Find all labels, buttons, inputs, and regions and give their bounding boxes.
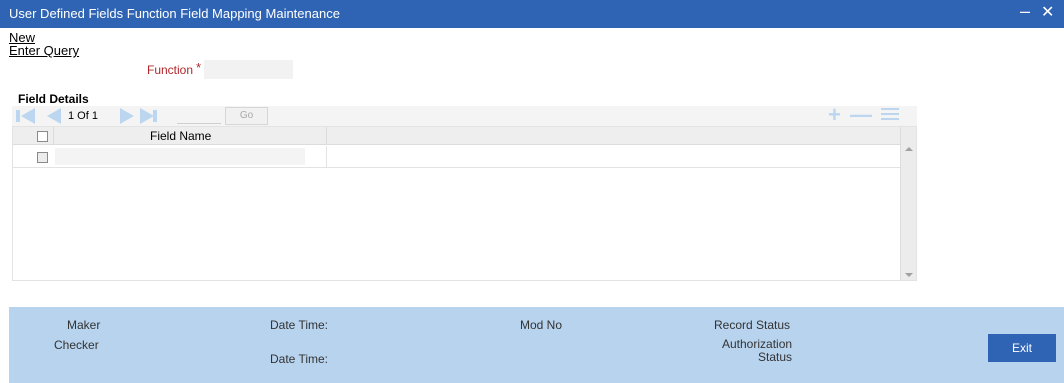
title-bar: User Defined Fields Function Field Mappi… [0,0,1064,28]
checker-date-time-label: Date Time: [270,352,329,366]
vertical-scrollbar[interactable] [900,127,916,280]
window-title: User Defined Fields Function Field Mappi… [9,6,340,21]
maker-date-time-label: Date Time: [270,318,329,332]
first-page-icon[interactable] [21,108,35,124]
mod-no-label: Mod No [520,318,563,332]
select-all-checkbox[interactable] [37,131,48,142]
authorization-status-line2: Status [758,350,793,364]
row-checkbox[interactable] [37,152,48,163]
enter-query-link[interactable]: Enter Query [9,43,79,58]
required-marker: * [196,60,202,75]
function-label: Function [147,63,194,77]
list-icon[interactable] [881,108,899,124]
grid-header: Field Name [13,127,900,145]
column-divider [53,127,54,145]
column-header-field-name: Field Name [150,129,212,143]
plus-icon[interactable]: + [828,104,841,126]
minus-icon[interactable]: — [850,104,872,126]
previous-page-icon[interactable] [47,108,61,124]
page-indicator: 1 Of 1 [68,110,98,122]
close-icon[interactable]: ✕ [1041,2,1054,22]
field-name-input[interactable] [55,148,305,165]
page-number-input[interactable] [177,108,221,124]
last-page-icon[interactable] [140,108,154,124]
first-page-bar-icon[interactable] [16,110,20,122]
maker-label: Maker [67,318,101,332]
column-divider [326,127,327,145]
checker-label: Checker [54,338,99,352]
field-details-grid: Field Name [12,126,917,281]
column-divider [326,146,327,168]
exit-button[interactable]: Exit [988,334,1056,362]
minimize-icon[interactable]: – [1020,1,1030,22]
last-page-bar-icon[interactable] [153,110,157,122]
go-button[interactable]: Go [225,107,268,125]
next-page-icon[interactable] [120,108,134,124]
authorization-status-line1: Authorization [722,337,793,351]
record-status-label: Record Status [714,318,791,332]
main-window: User Defined Fields Function Field Mappi… [0,0,1064,383]
audit-footer: Maker Checker Date Time: Date Time: Mod … [9,307,1064,383]
function-input[interactable] [204,60,293,79]
field-details-title: Field Details [18,92,89,106]
scroll-down-icon[interactable] [905,273,913,277]
grid-toolbar: 1 Of 1 Go + — [12,104,917,126]
authorization-status-label: Authorization Status [722,338,792,364]
table-row [13,146,900,168]
scroll-up-icon[interactable] [905,147,913,151]
